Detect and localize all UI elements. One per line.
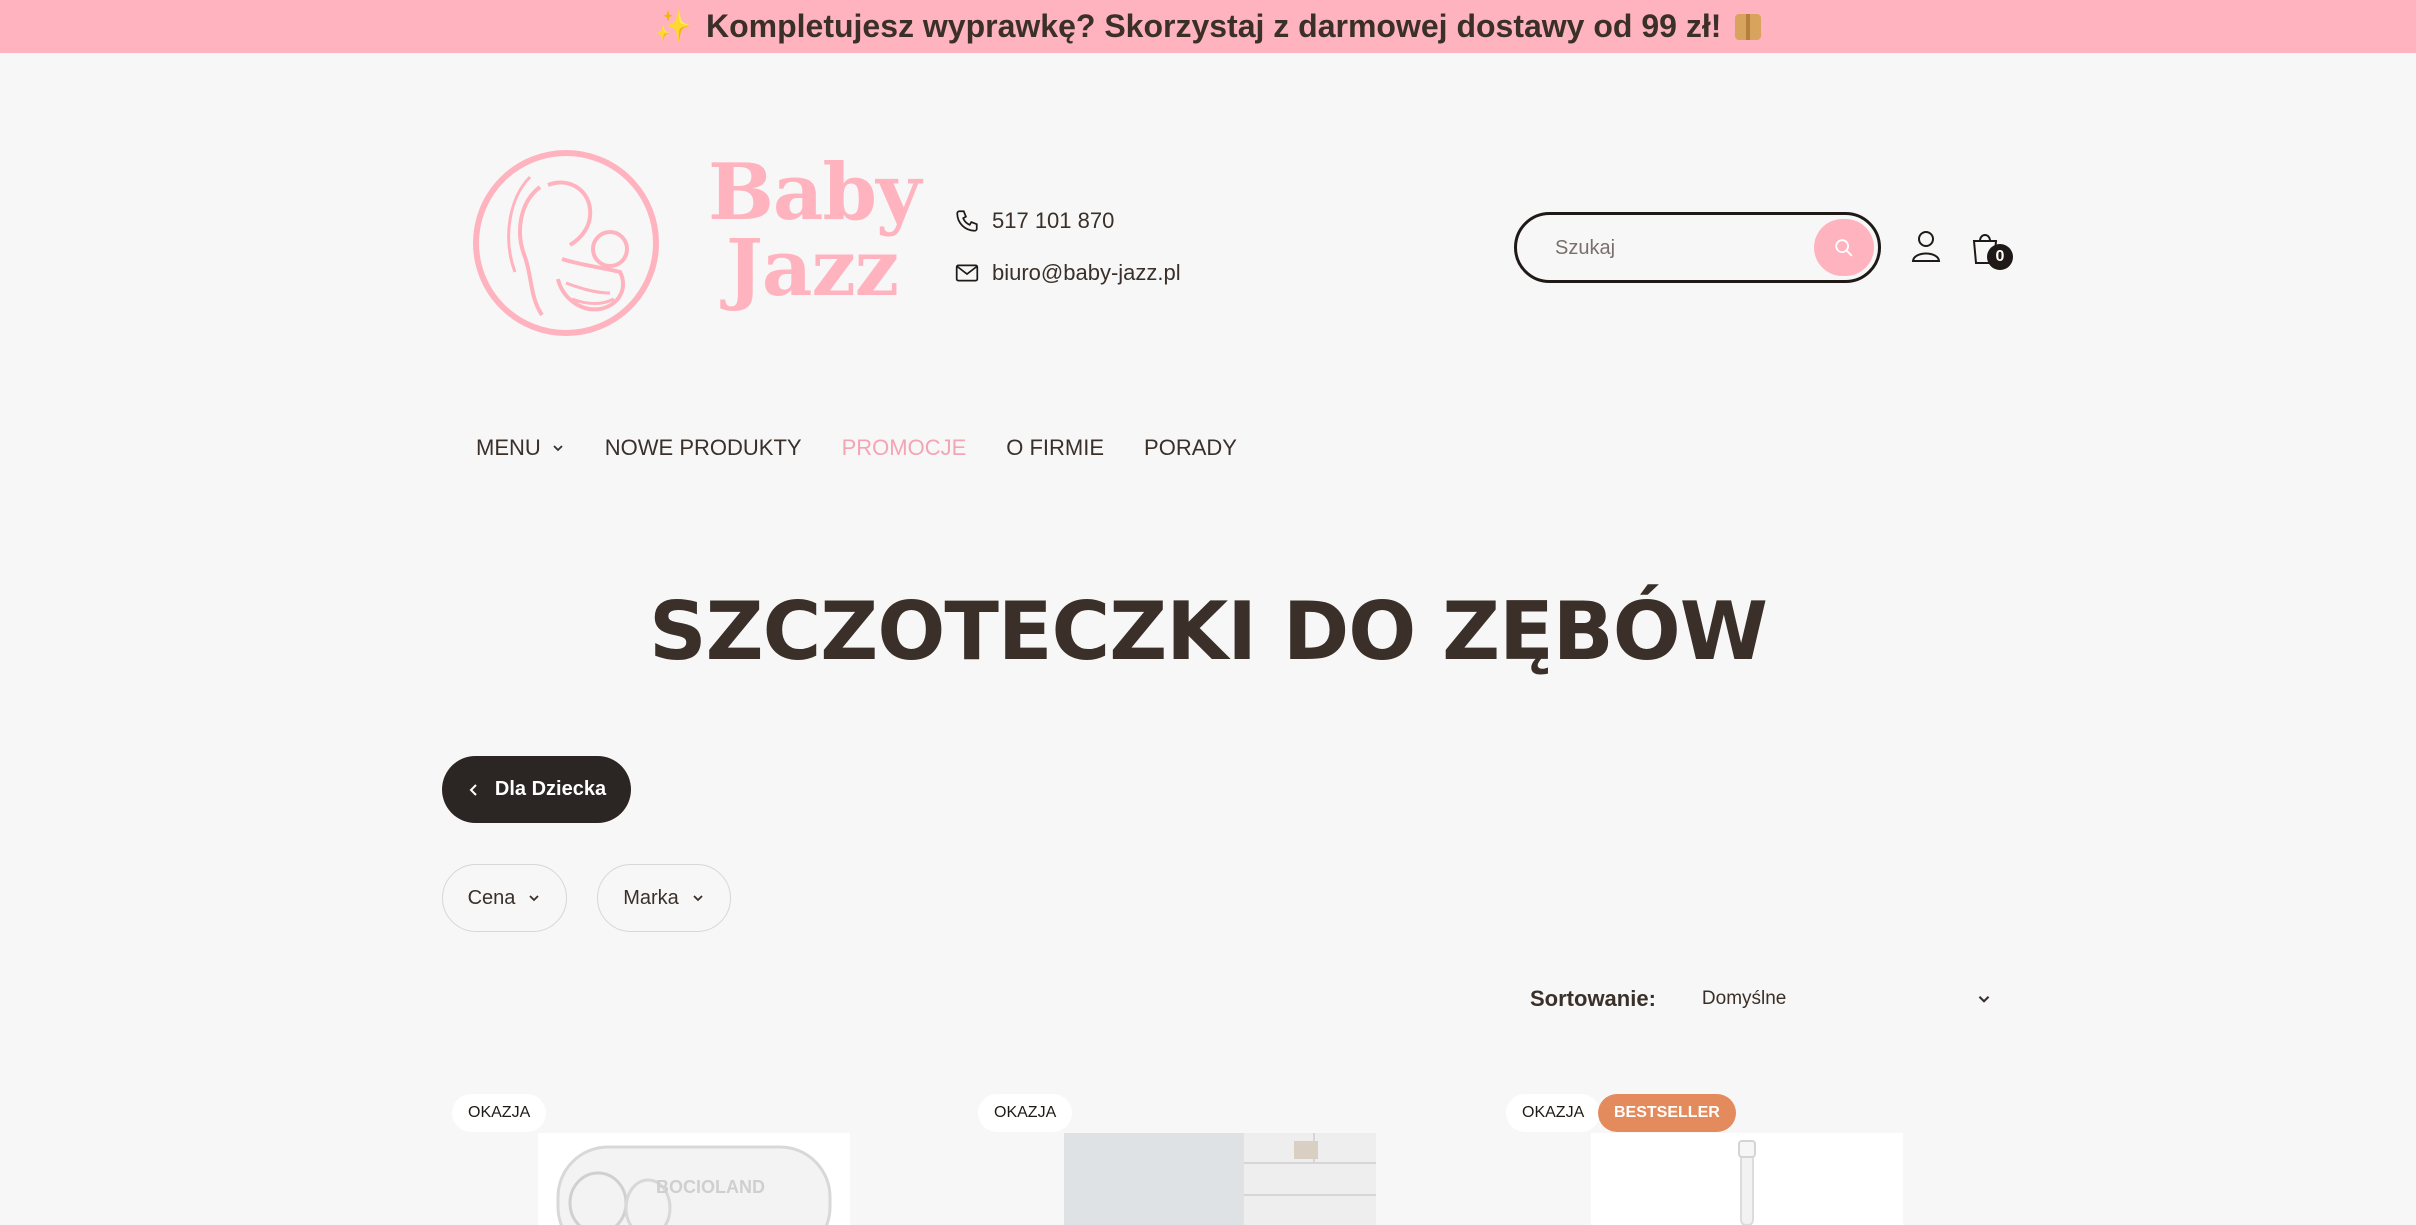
promo-bar-text: Kompletujesz wyprawkę? Skorzystaj z darm… [705,8,1722,44]
nav-menu[interactable]: MENU [476,432,565,464]
chevron-left-icon [469,783,477,796]
promo-bar: ✨ Kompletujesz wyprawkę? Skorzystaj z da… [0,0,2416,53]
brand-wordmark: Baby Jazz [708,147,921,314]
mail-icon [955,264,979,282]
chevron-down-icon [553,445,563,452]
nav-tips[interactable]: PORADY [1144,432,1237,464]
brand-line-1: Baby [708,147,921,238]
sorting-label: Sortowanie: [1530,986,1656,1011]
chevron-down-icon [1978,995,1990,1003]
cart-count-badge: 0 [1987,244,2013,270]
email-link[interactable]: biuro@baby-jazz.pl [954,257,1181,289]
package-icon [1735,13,1762,40]
sorting-control: Sortowanie: Domyślne [1530,986,1992,1012]
sparkles-icon: ✨ [654,10,692,43]
chevron-down-icon [529,895,540,902]
sale-badge: OKAZJA [1506,1094,1601,1132]
phone-number: 517 101 870 [992,208,1115,233]
page-title: SZCZOTECZKI DO ZĘBÓW [648,585,1768,678]
toothbrush-case-image: BOCIOLAND [556,1145,832,1225]
bestseller-badge: BESTSELLER [1598,1094,1736,1132]
product-brand-print: BOCIOLAND [656,1177,765,1197]
brand-filter[interactable]: Marka [597,864,731,932]
sorting-value: Domyślne [1701,988,1787,1009]
search-input[interactable] [1555,233,1795,263]
nav-menu-label: MENU [476,435,541,460]
nav-about[interactable]: O FIRMIE [1006,432,1104,464]
sorting-select[interactable]: Domyślne [1702,988,1992,1010]
brand-line-2: Jazz [726,223,899,314]
nav-new-products[interactable]: NOWE PRODUKTY [605,432,802,464]
price-filter-label: Cena [467,886,516,909]
chevron-down-icon [693,895,703,902]
back-category-label: Dla Dziecka [494,778,607,800]
phone-link[interactable]: 517 101 870 [954,205,1181,237]
toothbrush-image [1738,1140,1756,1225]
back-category-button[interactable]: Dla Dziecka [442,756,631,823]
bathroom-photo-image [1064,1133,1376,1225]
product-image[interactable] [1591,1133,1903,1225]
search-box [1514,212,1881,283]
site-logo[interactable]: Baby Jazz [470,145,921,345]
phone-icon [956,210,978,232]
sale-badge: OKAZJA [452,1094,547,1132]
email-address: biuro@baby-jazz.pl [992,260,1181,285]
contact-info: 517 101 870 biuro@baby-jazz.pl [954,205,1181,309]
sale-badge: OKAZJA [978,1094,1073,1132]
brand-filter-label: Marka [623,886,679,909]
search-icon [1835,238,1853,256]
price-filter[interactable]: Cena [442,864,567,932]
product-image[interactable] [1064,1133,1376,1225]
nav-promotions[interactable]: PROMOCJE [842,432,967,464]
mother-baby-logo-icon [473,150,659,336]
account-icon[interactable] [1911,229,1941,263]
search-button[interactable] [1814,219,1874,276]
product-image[interactable]: BOCIOLAND [538,1133,850,1225]
main-nav: MENU NOWE PRODUKTY PROMOCJE O FIRMIE POR… [476,432,1237,464]
